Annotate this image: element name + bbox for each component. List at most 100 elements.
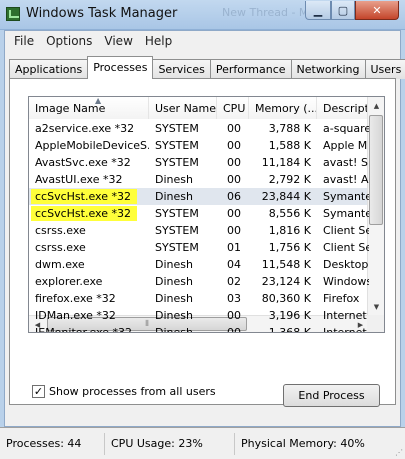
process-name-cell: csrss.exe — [35, 224, 86, 237]
process-name-cell: firefox.exe *32 — [35, 292, 116, 305]
tab-users[interactable]: Users — [364, 59, 405, 79]
description-cell: avast! S — [323, 156, 368, 169]
user-name-cell: Dinesh — [155, 258, 193, 271]
table-row[interactable]: csrss.exe SYSTEM 01 1,756 K Client Se — [29, 239, 369, 256]
description-cell: avast! A — [323, 173, 369, 186]
user-name-cell: Dinesh — [155, 190, 193, 203]
memory-cell: 1,368 K — [268, 326, 311, 333]
table-row[interactable]: AvastSvc.exe *32 SYSTEM 00 11,184 K avast! S — [29, 154, 369, 171]
status-cpu-usage: CPU Usage: 23% — [105, 432, 235, 455]
tab-services[interactable]: Services — [152, 59, 211, 79]
window-title: Windows Task Manager — [26, 6, 178, 21]
memory-cell: 11,184 K — [261, 156, 311, 169]
menu-help[interactable]: Help — [140, 31, 179, 51]
menu-view[interactable]: View — [99, 31, 139, 51]
cpu-cell: 03 — [227, 292, 241, 305]
cpu-cell: 04 — [227, 258, 241, 271]
table-row[interactable]: firefox.exe *32 Dinesh 03 80,360 K Firefox — [29, 290, 369, 307]
memory-cell: 8,556 K — [268, 207, 311, 220]
table-row[interactable]: IDMan.exe *32 Dinesh 00 3,196 K Internet — [29, 307, 369, 324]
description-cell: Client Se — [323, 224, 369, 237]
description-cell: Windows — [323, 275, 369, 288]
status-physical-memory: Physical Memory: 40% — [241, 436, 365, 450]
user-name-cell: SYSTEM — [155, 156, 199, 169]
user-name-cell: Dinesh — [155, 309, 193, 322]
cpu-cell: 00 — [227, 326, 241, 333]
process-list[interactable]: ▲ Image Name User Name CPU Memory (... D… — [28, 96, 385, 333]
tab-performance[interactable]: Performance — [209, 59, 292, 79]
table-row[interactable]: IEMonitor.exe *32 Dinesh 00 1,368 K Internet — [29, 324, 369, 333]
description-cell: Internet — [323, 326, 367, 333]
user-name-cell: SYSTEM — [155, 241, 199, 254]
end-process-button[interactable]: End Process — [283, 384, 380, 407]
user-name-cell: Dinesh — [155, 292, 193, 305]
process-name-cell: AvastUI.exe *32 — [35, 173, 123, 186]
user-name-cell: SYSTEM — [155, 139, 199, 152]
vertical-scroll-thumb[interactable] — [369, 115, 383, 225]
process-name-cell: csrss.exe — [35, 241, 86, 254]
user-name-cell: SYSTEM — [155, 224, 199, 237]
tab-applications[interactable]: Applications — [9, 59, 89, 79]
process-name-cell: AppleMobileDeviceS... — [35, 139, 149, 152]
process-name-cell: AvastSvc.exe *32 — [35, 156, 131, 169]
description-cell: Desktop — [323, 258, 369, 271]
description-cell: Symante — [323, 207, 369, 220]
cpu-cell: 00 — [227, 173, 241, 186]
column-cpu[interactable]: CPU — [217, 97, 249, 119]
description-cell: a-square — [323, 122, 369, 135]
tab-processes[interactable]: Processes — [87, 56, 154, 79]
description-cell: Symante — [323, 190, 369, 203]
menu-file[interactable]: File — [9, 31, 41, 51]
list-header: ▲ Image Name User Name CPU Memory (... D… — [29, 97, 369, 119]
show-all-processes[interactable]: ✓ Show processes from all users — [32, 385, 216, 398]
column-memory[interactable]: Memory (... — [249, 97, 317, 119]
scroll-up-icon[interactable]: ▲ — [369, 97, 384, 114]
process-name-cell: dwm.exe — [35, 258, 85, 271]
tab-networking[interactable]: Networking — [290, 59, 366, 79]
maximize-button[interactable]: ▢ — [331, 1, 355, 20]
table-row[interactable]: ccSvcHst.exe *32 SYSTEM 00 8,556 K Symante — [29, 205, 369, 222]
task-manager-icon — [6, 7, 20, 21]
table-row[interactable]: AvastUI.exe *32 Dinesh 00 2,792 K avast! A — [29, 171, 369, 188]
column-description[interactable]: Descript — [317, 97, 369, 119]
scroll-down-icon[interactable]: ▼ — [369, 298, 384, 315]
cpu-cell: 00 — [227, 122, 241, 135]
vertical-scrollbar[interactable]: ▲ ▼ — [367, 97, 384, 315]
cpu-cell: 01 — [227, 241, 241, 254]
table-row[interactable]: AppleMobileDeviceS... SYSTEM 00 1,588 K Appl… — [29, 137, 369, 154]
memory-cell: 23,124 K — [261, 275, 311, 288]
resize-grip-icon[interactable]: ⋰ — [395, 448, 403, 457]
close-button[interactable]: ✕ — [355, 1, 399, 20]
cpu-cell: 00 — [227, 309, 241, 322]
column-image-name[interactable]: ▲ Image Name — [29, 97, 149, 119]
show-all-checkbox[interactable]: ✓ — [32, 385, 45, 398]
cpu-cell: 00 — [227, 139, 241, 152]
user-name-cell: SYSTEM — [155, 122, 199, 135]
memory-cell: 2,792 K — [268, 173, 311, 186]
tab-strip: Applications Processes Services Performa… — [9, 56, 405, 79]
status-processes: Processes: 44 — [0, 432, 105, 455]
memory-cell: 1,588 K — [268, 139, 311, 152]
process-name-cell: a2service.exe *32 — [35, 122, 135, 135]
column-user-name[interactable]: User Name — [149, 97, 217, 119]
menu-options[interactable]: Options — [41, 31, 99, 51]
process-name-cell: ccSvcHst.exe *32 — [35, 190, 131, 203]
show-all-label: Show processes from all users — [49, 385, 216, 398]
memory-cell: 80,360 K — [261, 292, 311, 305]
table-row[interactable]: a2service.exe *32 SYSTEM 00 3,788 K a-square — [29, 120, 369, 137]
table-row[interactable]: explorer.exe Dinesh 02 23,124 K Windows — [29, 273, 369, 290]
scrollbar-corner — [367, 315, 384, 332]
description-cell: Internet — [323, 309, 367, 322]
memory-cell: 3,788 K — [268, 122, 311, 135]
cpu-cell: 02 — [227, 275, 241, 288]
process-name-cell: explorer.exe — [35, 275, 103, 288]
table-row[interactable]: csrss.exe SYSTEM 00 1,816 K Client Se — [29, 222, 369, 239]
sort-ascending-icon: ▲ — [95, 97, 102, 105]
cpu-cell: 00 — [227, 207, 241, 220]
cpu-cell: 00 — [227, 156, 241, 169]
table-row[interactable]: ccSvcHst.exe *32 Dinesh 06 23,844 K Symante — [29, 188, 369, 205]
minimize-button[interactable]: ▁ — [305, 1, 331, 20]
table-row[interactable]: dwm.exe Dinesh 04 11,548 K Desktop — [29, 256, 369, 273]
process-name-cell: IEMonitor.exe *32 — [35, 326, 133, 333]
description-cell: Apple M — [323, 139, 368, 152]
